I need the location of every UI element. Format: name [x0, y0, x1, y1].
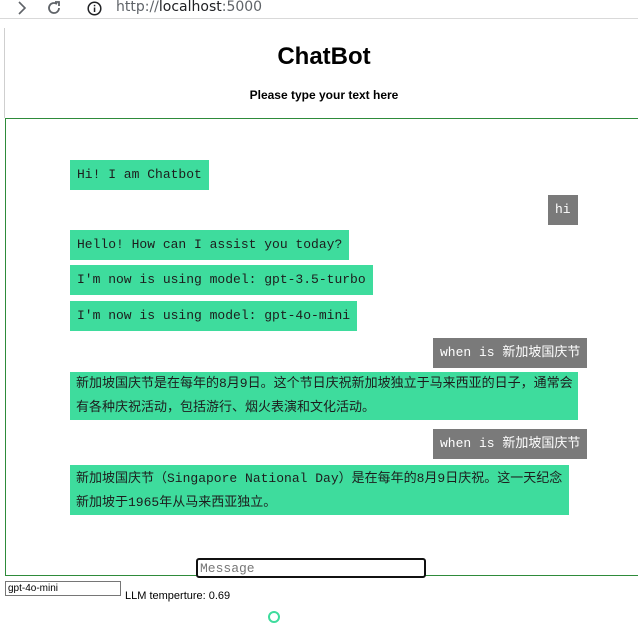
browser-toolbar: http://localhost:5000 — [0, 0, 638, 19]
url-scheme: http:// — [116, 0, 159, 15]
user-message: hi — [548, 195, 578, 225]
address-bar[interactable]: http://localhost:5000 — [116, 0, 262, 15]
bot-message: Hello! How can I assist you today? — [70, 230, 350, 260]
user-message: when is 新加坡国庆节 — [433, 338, 588, 368]
model-select[interactable]: gpt-4o-mini — [5, 581, 121, 596]
url-port: :5000 — [221, 0, 263, 15]
temperature-slider-handle[interactable] — [268, 611, 280, 623]
message-input[interactable] — [196, 558, 426, 578]
info-icon[interactable] — [86, 0, 102, 16]
bot-message: I'm now is using model: gpt-3.5-turbo — [70, 265, 373, 295]
forward-icon[interactable] — [14, 0, 30, 16]
bot-message: 新加坡国庆节（Singapore National Day）是在每年的8月9日庆… — [70, 465, 569, 515]
page-title: ChatBot — [277, 43, 371, 70]
bot-message: Hi! I am Chatbot — [70, 160, 209, 190]
url-host: localhost — [158, 0, 222, 15]
page-left-border — [4, 28, 5, 118]
reload-icon[interactable] — [45, 0, 63, 16]
bot-message: I'm now is using model: gpt-4o-mini — [70, 301, 358, 331]
page-subtitle: Please type your text here — [249, 88, 399, 102]
bot-message: 新加坡国庆节是在每年的8月9日。这个节日庆祝新加坡独立于马来西亚的日子，通常会有… — [70, 372, 578, 420]
temperature-label: LLM temperture: 0.69 — [125, 590, 231, 602]
user-message: when is 新加坡国庆节 — [433, 429, 588, 459]
